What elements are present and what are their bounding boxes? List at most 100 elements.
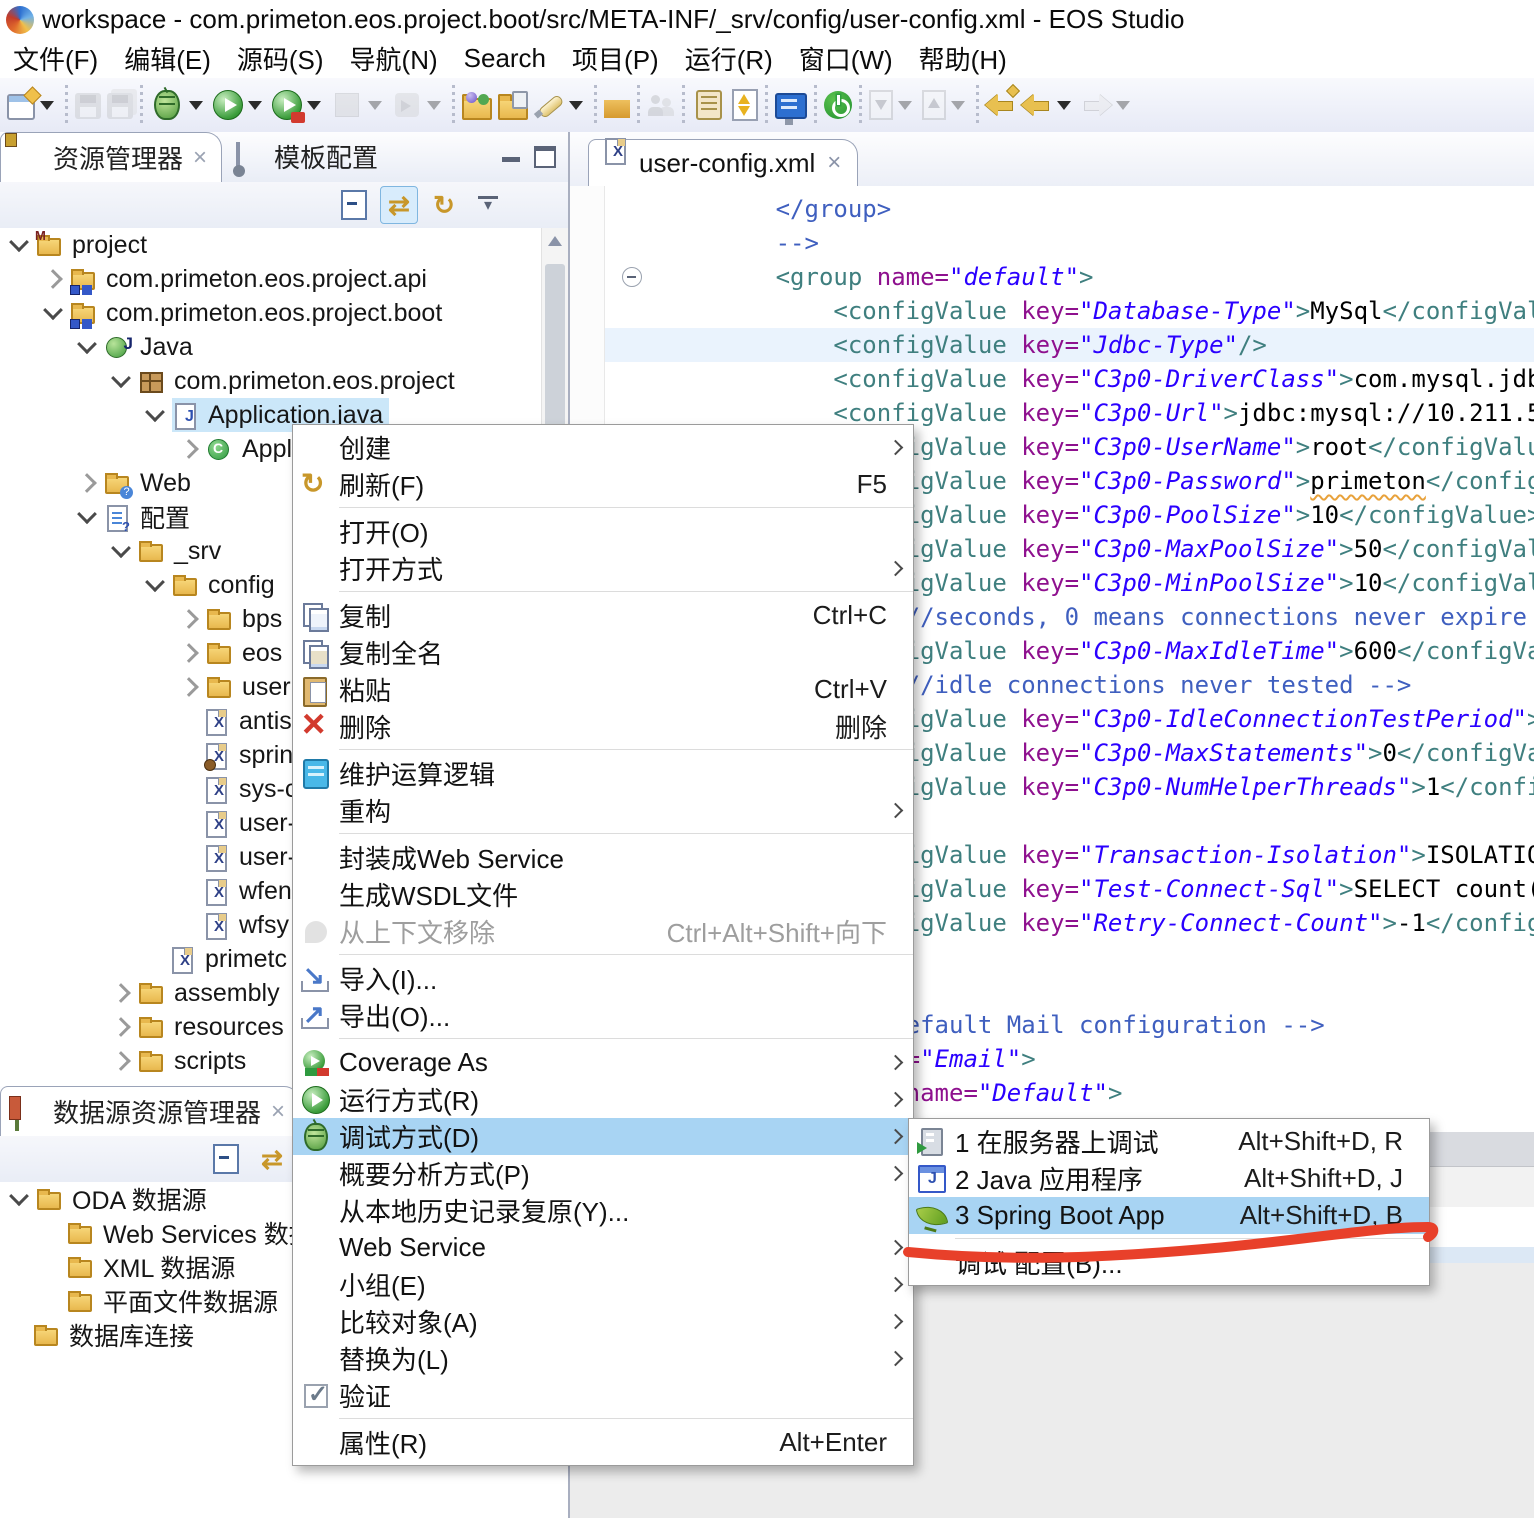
chevron-down-icon[interactable] [77, 504, 97, 524]
dropdown-arrow-icon[interactable] [40, 101, 54, 110]
menu-item-重构[interactable]: 重构 [293, 792, 913, 829]
menubar-item[interactable]: 项目(P) [559, 40, 672, 77]
menu-item-Web-Service[interactable]: Web Service [293, 1229, 913, 1266]
dropdown-arrow-icon[interactable] [189, 101, 203, 110]
scroll-up-arrow-icon[interactable] [548, 236, 562, 246]
chevron-down-icon[interactable] [77, 334, 97, 354]
menu-item-维护运算逻辑[interactable]: 维护运算逻辑 [293, 755, 913, 792]
toolbar-clipfolder-button[interactable] [495, 88, 531, 122]
menu-item-导入-I-[interactable]: 导入(I)... [293, 960, 913, 997]
close-icon[interactable]: × [193, 144, 207, 172]
toolbar-run-button[interactable] [210, 88, 269, 122]
toolbar-eosfolder-button[interactable] [459, 88, 495, 122]
dropdown-arrow-icon[interactable] [248, 101, 262, 110]
link-with-editor-button[interactable]: ⇄ [380, 186, 418, 224]
tree-item-project[interactable]: project [0, 228, 542, 262]
menu-item-打开方式[interactable]: 打开方式 [293, 550, 913, 587]
menubar-item[interactable]: 文件(F) [0, 40, 111, 77]
view-menu-button[interactable]: ▾ [470, 187, 506, 223]
menu-item-3-Spring-Boot-App[interactable]: 3 Spring Boot AppAlt+Shift+D, B [909, 1197, 1429, 1234]
menu-item-验证[interactable]: 验证 [293, 1377, 913, 1414]
tree-item-Java[interactable]: Java [0, 330, 542, 364]
dropdown-arrow-icon[interactable] [1116, 101, 1130, 110]
toolbar-monitor-button[interactable] [772, 89, 810, 121]
tree-item-com-primeton-eos-project-api[interactable]: com.primeton.eos.project.api [0, 262, 542, 296]
code-line[interactable]: <configValue key="Database-Type">MySql</… [570, 294, 1534, 328]
fold-collapse-icon[interactable] [622, 267, 642, 287]
link-with-editor-button[interactable]: ⇄ [254, 1141, 290, 1177]
dropdown-arrow-icon[interactable] [307, 101, 321, 110]
chevron-down-icon[interactable] [145, 402, 165, 422]
dropdown-arrow-icon[interactable] [368, 101, 382, 110]
chevron-right-icon[interactable] [111, 983, 131, 1003]
toolbar-pen-button[interactable] [531, 88, 590, 122]
tab-resource-explorer[interactable]: 资源管理器 × [0, 132, 222, 183]
menubar-item[interactable]: 导航(N) [337, 40, 451, 77]
menu-item-1-在服务器上调试[interactable]: 1 在服务器上调试Alt+Shift+D, R [909, 1123, 1429, 1160]
code-line[interactable]: --> [570, 226, 1534, 260]
menubar-item[interactable]: 窗口(W) [786, 40, 906, 77]
toolbar-runtool-button[interactable] [269, 88, 328, 122]
menu-item-运行方式-R-[interactable]: 运行方式(R) [293, 1081, 913, 1118]
chevron-down-icon[interactable] [145, 572, 165, 592]
menu-item-删除[interactable]: 删除删除 [293, 708, 913, 745]
toolbar-debug-button[interactable] [147, 86, 210, 124]
menu-item-打开-O-[interactable]: 打开(O) [293, 513, 913, 550]
tree-item-com-primeton-eos-project[interactable]: com.primeton.eos.project [0, 364, 542, 398]
menu-item-调试方式-D-[interactable]: 调试方式(D) [293, 1118, 913, 1155]
tree-item-com-primeton-eos-project-boot[interactable]: com.primeton.eos.project.boot [0, 296, 542, 330]
chevron-down-icon[interactable] [111, 538, 131, 558]
collapse-all-button[interactable] [336, 187, 372, 223]
chevron-down-icon[interactable] [9, 232, 29, 252]
chevron-right-icon[interactable] [111, 1017, 131, 1037]
dropdown-arrow-icon[interactable] [427, 101, 441, 110]
menu-item-比较对象-A-[interactable]: 比较对象(A) [293, 1303, 913, 1340]
menu-item-生成WSDL文件[interactable]: 生成WSDL文件 [293, 876, 913, 913]
maximize-view-icon[interactable] [534, 146, 556, 168]
dropdown-arrow-icon[interactable] [569, 101, 583, 110]
close-icon[interactable]: × [271, 1098, 285, 1126]
code-line[interactable]: </group> [570, 192, 1534, 226]
dropdown-arrow-icon[interactable] [1057, 101, 1071, 110]
code-line[interactable]: <configValue key="C3p0-DriverClass">com.… [570, 362, 1534, 396]
menu-item-创建[interactable]: 创建 [293, 429, 913, 466]
chevron-right-icon[interactable] [77, 473, 97, 493]
menu-item-小组-E-[interactable]: 小组(E) [293, 1266, 913, 1303]
chevron-right-icon[interactable] [43, 269, 63, 289]
menubar-item[interactable]: 编辑(E) [111, 40, 224, 77]
chevron-right-icon[interactable] [111, 1051, 131, 1071]
menu-item-导出-O-[interactable]: 导出(O)... [293, 997, 913, 1034]
tab-user-config-xml[interactable]: user-config.xml × [588, 139, 858, 186]
toolbar-scroll-button[interactable] [689, 86, 729, 124]
toolbar-openfolder-button[interactable] [601, 90, 633, 120]
toolbar-new-button[interactable] [4, 89, 61, 122]
chevron-right-icon[interactable] [179, 439, 199, 459]
menu-item-Coverage-As[interactable]: Coverage As [293, 1044, 913, 1081]
menu-item-从本地历史记录复原-Y-[interactable]: 从本地历史记录复原(Y)... [293, 1192, 913, 1229]
tab-datasource-explorer[interactable]: 数据源资源管理器 × [0, 1086, 300, 1137]
code-line-current[interactable]: <configValue key="Jdbc-Type"/> [570, 328, 1534, 362]
menu-item-概要分析方式-P-[interactable]: 概要分析方式(P) [293, 1155, 913, 1192]
chevron-right-icon[interactable] [179, 677, 199, 697]
menu-item-调试-配置-B-[interactable]: 调试 配置(B)... [909, 1244, 1429, 1281]
chevron-down-icon[interactable] [43, 300, 63, 320]
menu-item-刷新-F-[interactable]: 刷新(F)F5 [293, 466, 913, 503]
menubar-item[interactable]: 源码(S) [224, 40, 337, 77]
close-icon[interactable]: × [827, 149, 841, 177]
collapse-all-button[interactable] [208, 1141, 244, 1177]
dropdown-arrow-icon[interactable] [898, 101, 912, 110]
menu-item-替换为-L-[interactable]: 替换为(L) [293, 1340, 913, 1377]
menu-item-2-Java-应用程序[interactable]: 2 Java 应用程序Alt+Shift+D, J [909, 1160, 1429, 1197]
menu-item-封装成Web-Service[interactable]: 封装成Web Service [293, 839, 913, 876]
menubar-item[interactable]: Search [451, 43, 559, 74]
menu-item-复制全名[interactable]: 复制全名 [293, 634, 913, 671]
toolbar-xmlsync-button[interactable] [729, 87, 761, 123]
dropdown-arrow-icon[interactable] [951, 101, 965, 110]
toolbar-backstar-button[interactable] [983, 88, 1019, 122]
menu-item-粘贴[interactable]: 粘贴Ctrl+V [293, 671, 913, 708]
refresh-view-button[interactable]: ↻ [426, 187, 462, 223]
chevron-right-icon[interactable] [179, 643, 199, 663]
code-line[interactable]: <group name="default"> [570, 260, 1534, 294]
menu-item-复制[interactable]: 复制Ctrl+C [293, 597, 913, 634]
toolbar-power-button[interactable] [821, 89, 855, 121]
